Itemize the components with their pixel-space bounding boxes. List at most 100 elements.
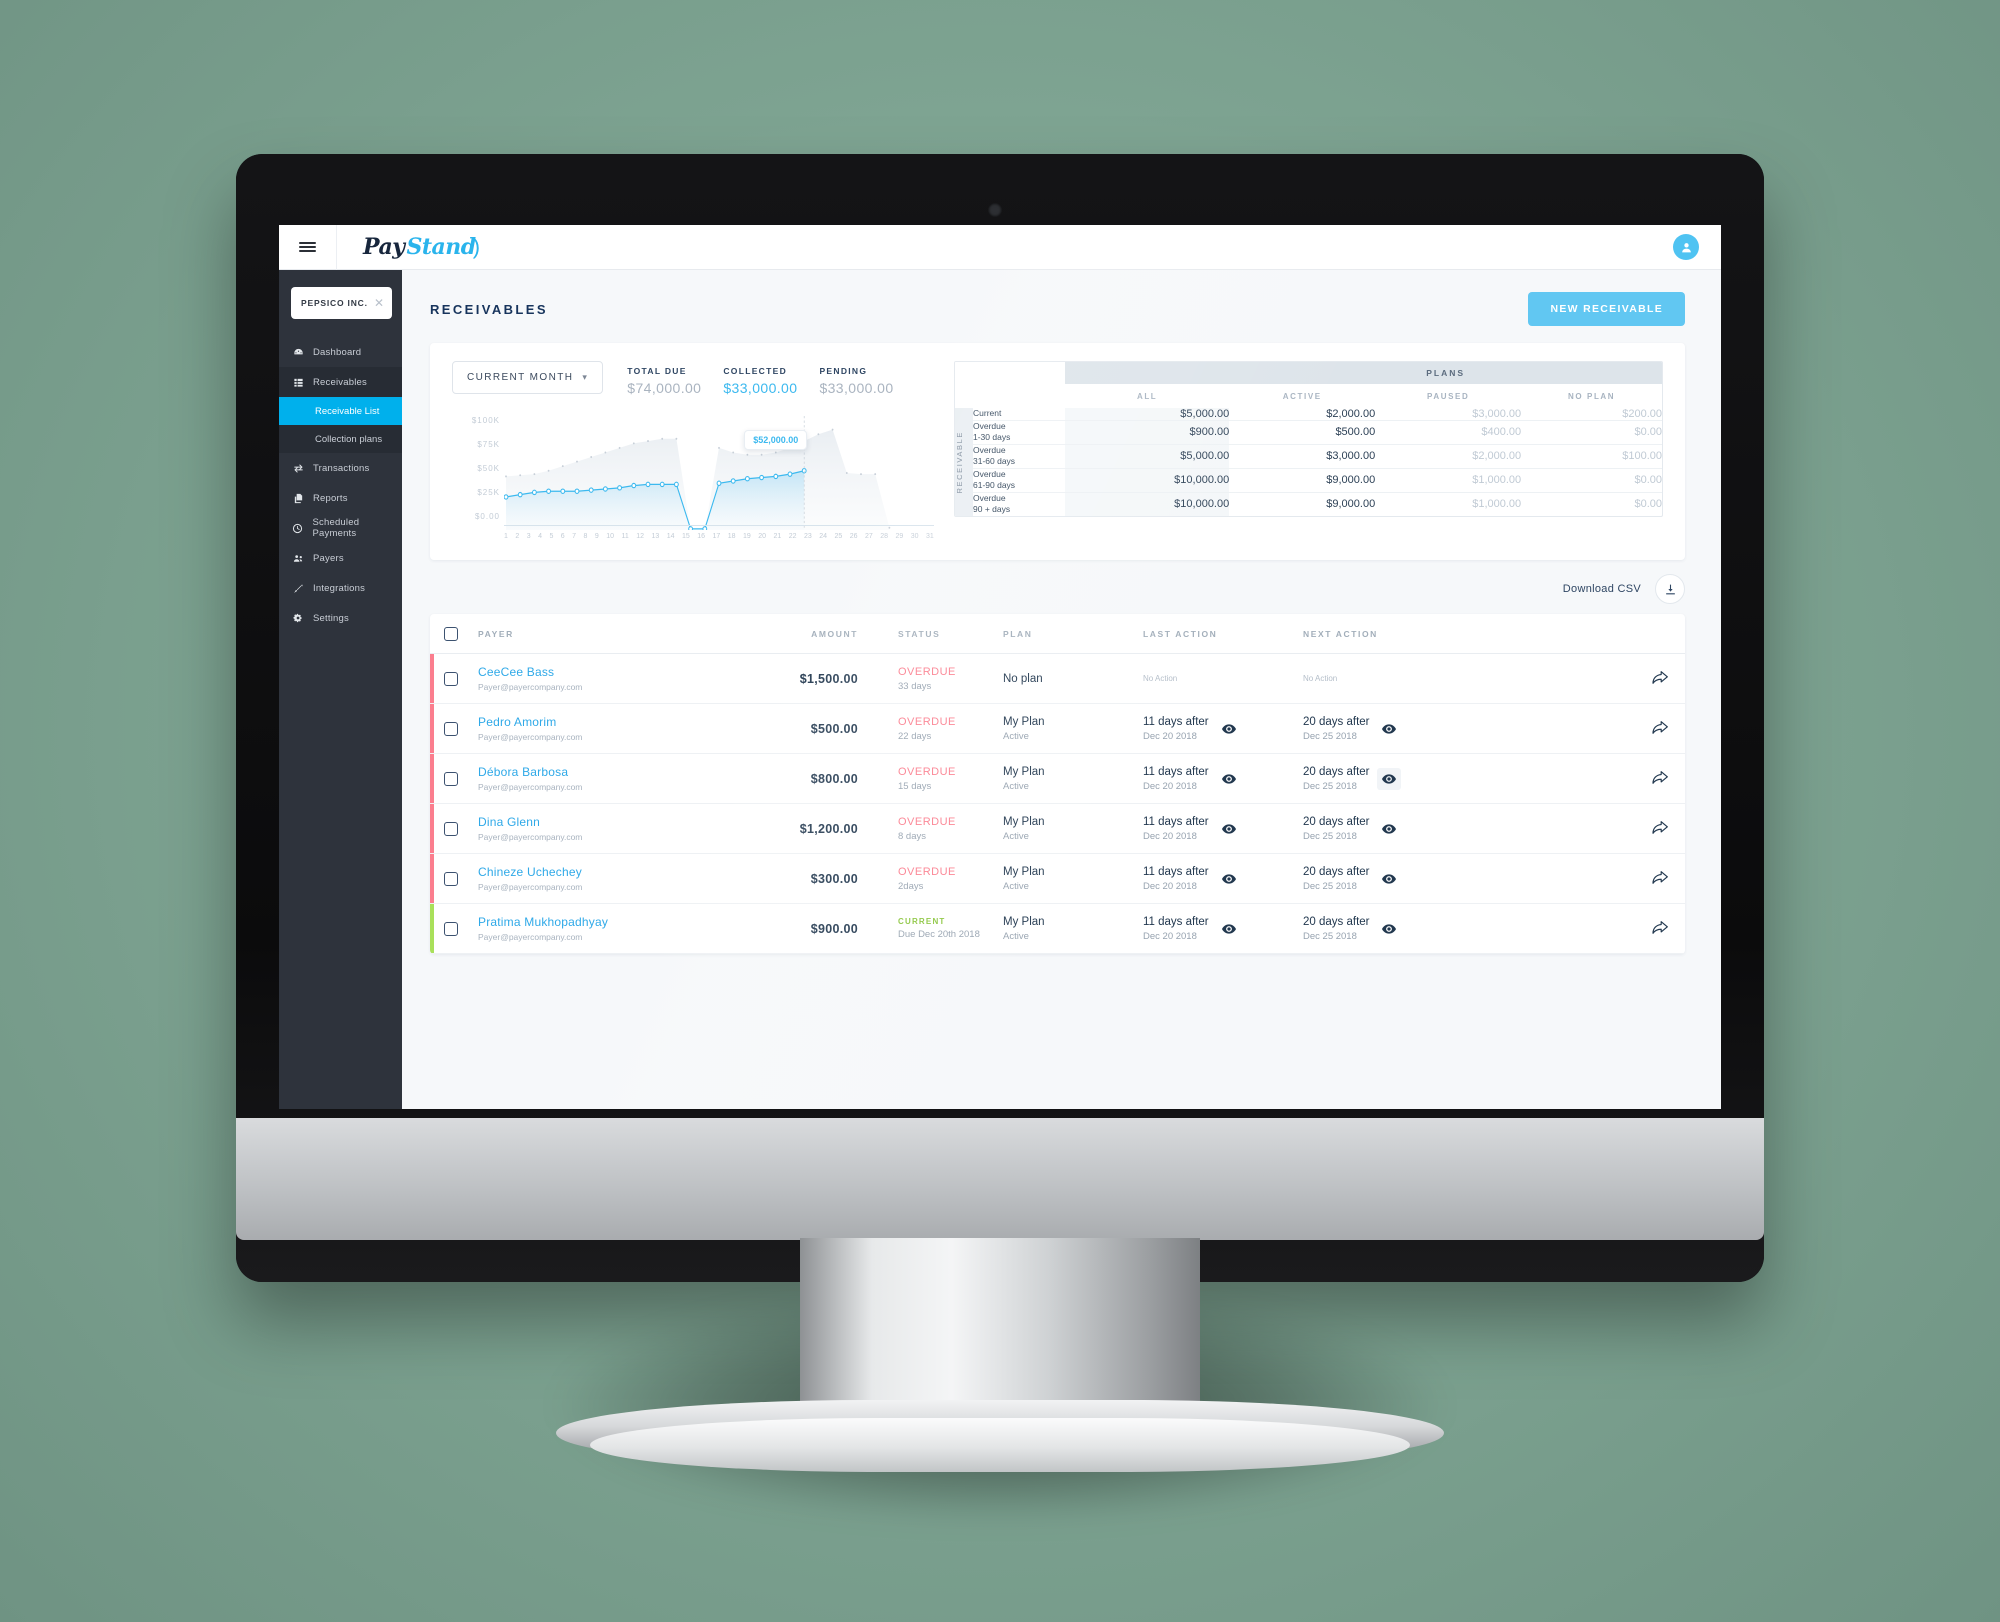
sidebar-item-dashboard[interactable]: Dashboard — [279, 337, 402, 367]
new-receivable-button[interactable]: NEW RECEIVABLE — [1528, 292, 1685, 326]
last-action-value: 11 days after — [1143, 715, 1209, 728]
next-action-cell: 20 days after Dec 25 2018 — [1303, 916, 1463, 942]
status-bar — [430, 654, 434, 703]
table-row[interactable]: Pratima Mukhopadhyay Payer@payercompany.c… — [430, 904, 1685, 954]
row-checkbox[interactable] — [444, 671, 458, 686]
amount-cell: $800.00 — [810, 771, 858, 786]
row-checkbox[interactable] — [444, 721, 458, 736]
next-action-cell: 20 days after Dec 25 2018 — [1303, 816, 1463, 842]
sidebar-subitem-collection-plans[interactable]: Collection plans — [279, 425, 402, 453]
status-badge: OVERDUE — [898, 865, 956, 878]
hamburger-icon[interactable] — [279, 225, 337, 270]
plan-name: My Plan — [1003, 865, 1045, 878]
eye-icon[interactable] — [1217, 818, 1241, 840]
eye-icon[interactable] — [1377, 818, 1401, 840]
last-action-value: No Action — [1143, 674, 1178, 683]
sidebar-item-label: Scheduled Payments — [312, 517, 360, 539]
send-arrow-icon[interactable] — [1639, 921, 1669, 936]
chart-x-tick: 19 — [742, 533, 751, 540]
chart-x-tick: 18 — [727, 533, 736, 540]
user-avatar-icon[interactable] — [1673, 234, 1699, 260]
next-action-text: 20 days after Dec 25 2018 — [1303, 816, 1369, 842]
send-arrow-icon[interactable] — [1639, 871, 1669, 886]
sidebar-item-scheduled-payments[interactable]: Scheduled Payments — [279, 513, 402, 543]
chart-x-tick: 3 — [526, 533, 531, 540]
chart-x-tick: 2 — [515, 533, 520, 540]
sidebar-item-receivables[interactable]: Receivables — [279, 367, 402, 397]
plan-cell: My Plan Active — [1003, 716, 1143, 742]
close-icon[interactable]: ✕ — [374, 297, 384, 309]
row-select-cell — [444, 871, 478, 886]
sidebar-item-payers[interactable]: Payers — [279, 543, 402, 573]
metrics: TOTAL DUE $74,000.00 COLLECTED $33,000.0… — [627, 361, 893, 396]
status-detail: 15 days — [898, 780, 932, 792]
send-arrow-icon[interactable] — [1639, 671, 1669, 686]
plan-name: My Plan — [1003, 765, 1045, 778]
eye-icon[interactable] — [1217, 918, 1241, 940]
payer-name[interactable]: Débora Barbosa — [478, 765, 728, 779]
payer-name[interactable]: Pedro Amorim — [478, 715, 728, 729]
chart-x-tick: 8 — [583, 533, 588, 540]
sidebar-subitem-receivable-list[interactable]: Receivable List — [279, 397, 402, 425]
dashboard-icon — [292, 346, 304, 358]
plans-row-label: Current — [973, 408, 1065, 421]
period-selector[interactable]: CURRENT MONTH ▾ — [452, 361, 604, 394]
summary-card: CURRENT MONTH ▾ TOTAL DUE $74,000.00 COL… — [430, 343, 1685, 560]
plan-cell: No plan — [1003, 673, 1143, 685]
plans-cell: $2,000.00 — [1472, 450, 1522, 463]
row-checkbox[interactable] — [444, 771, 458, 786]
eye-icon[interactable] — [1217, 718, 1241, 740]
select-all-checkbox[interactable] — [444, 626, 458, 641]
metric-label: PENDING — [819, 366, 868, 376]
row-select-cell — [444, 921, 478, 936]
sidebar-item-transactions[interactable]: Transactions — [279, 453, 402, 483]
plan-state: Active — [1003, 780, 1029, 792]
sidebar-item-label: Reports — [313, 492, 348, 504]
payer-name[interactable]: CeeCee Bass — [478, 665, 728, 679]
row-checkbox[interactable] — [444, 921, 458, 936]
last-action-cell: 11 days after Dec 20 2018 — [1143, 766, 1303, 792]
table-row[interactable]: CeeCee Bass Payer@payercompany.com $1,500.… — [430, 654, 1685, 704]
column-header-plan: PLAN — [1003, 628, 1033, 639]
plans-cell: $10,000.00 — [1065, 468, 1230, 493]
eye-icon[interactable] — [1377, 868, 1401, 890]
eye-icon[interactable] — [1377, 918, 1401, 940]
plans-cell: $3,000.00 — [1472, 408, 1522, 420]
next-action-value: 20 days after — [1303, 715, 1370, 728]
plan-name: My Plan — [1003, 815, 1045, 828]
eye-icon[interactable] — [1377, 718, 1401, 740]
download-icon[interactable] — [1655, 574, 1685, 604]
table-row[interactable]: Chineze Uchechey Payer@payercompany.com $3… — [430, 854, 1685, 904]
chart-x-tick: 25 — [834, 533, 843, 540]
send-arrow-icon[interactable] — [1639, 821, 1669, 836]
sidebar: PEPSICO INC. ✕ Dashboard Receivables Rec… — [279, 270, 402, 1109]
sidebar-item-reports[interactable]: Reports — [279, 483, 402, 513]
download-csv-label[interactable]: Download CSV — [1563, 583, 1641, 595]
eye-icon[interactable] — [1217, 868, 1241, 890]
sidebar-item-label: Payers — [313, 552, 344, 564]
payer-name[interactable]: Chineze Uchechey — [478, 865, 728, 879]
eye-icon[interactable] — [1377, 767, 1402, 790]
next-action-text: 20 days after Dec 25 2018 — [1303, 766, 1369, 792]
plans-col-active: ACTIVE — [1282, 391, 1322, 401]
chart-x-tick: 29 — [895, 533, 904, 540]
send-arrow-icon[interactable] — [1639, 721, 1669, 736]
table-row[interactable]: Dina Glenn Payer@payercompany.com $1,200.0… — [430, 804, 1685, 854]
send-arrow-icon[interactable] — [1639, 771, 1669, 786]
company-selector[interactable]: PEPSICO INC. ✕ — [291, 287, 392, 319]
sidebar-item-settings[interactable]: Settings — [279, 603, 402, 633]
row-checkbox[interactable] — [444, 871, 458, 886]
row-checkbox[interactable] — [444, 821, 458, 836]
payer-name[interactable]: Pratima Mukhopadhyay — [478, 915, 728, 929]
table-row[interactable]: Débora Barbosa Payer@payercompany.com $800… — [430, 754, 1685, 804]
payer-name[interactable]: Dina Glenn — [478, 815, 728, 829]
eye-icon[interactable] — [1217, 768, 1241, 790]
plans-col-paused: PAUSED — [1427, 391, 1470, 401]
table-row[interactable]: Pedro Amorim Payer@payercompany.com $500.0… — [430, 704, 1685, 754]
sidebar-item-integrations[interactable]: Integrations — [279, 573, 402, 603]
next-action-value: No Action — [1303, 674, 1338, 683]
plans-cell: $500.00 — [1335, 426, 1376, 439]
plans-cell: $0.00 — [1634, 498, 1662, 511]
status-bar — [430, 904, 434, 953]
plan-name: My Plan — [1003, 915, 1045, 928]
